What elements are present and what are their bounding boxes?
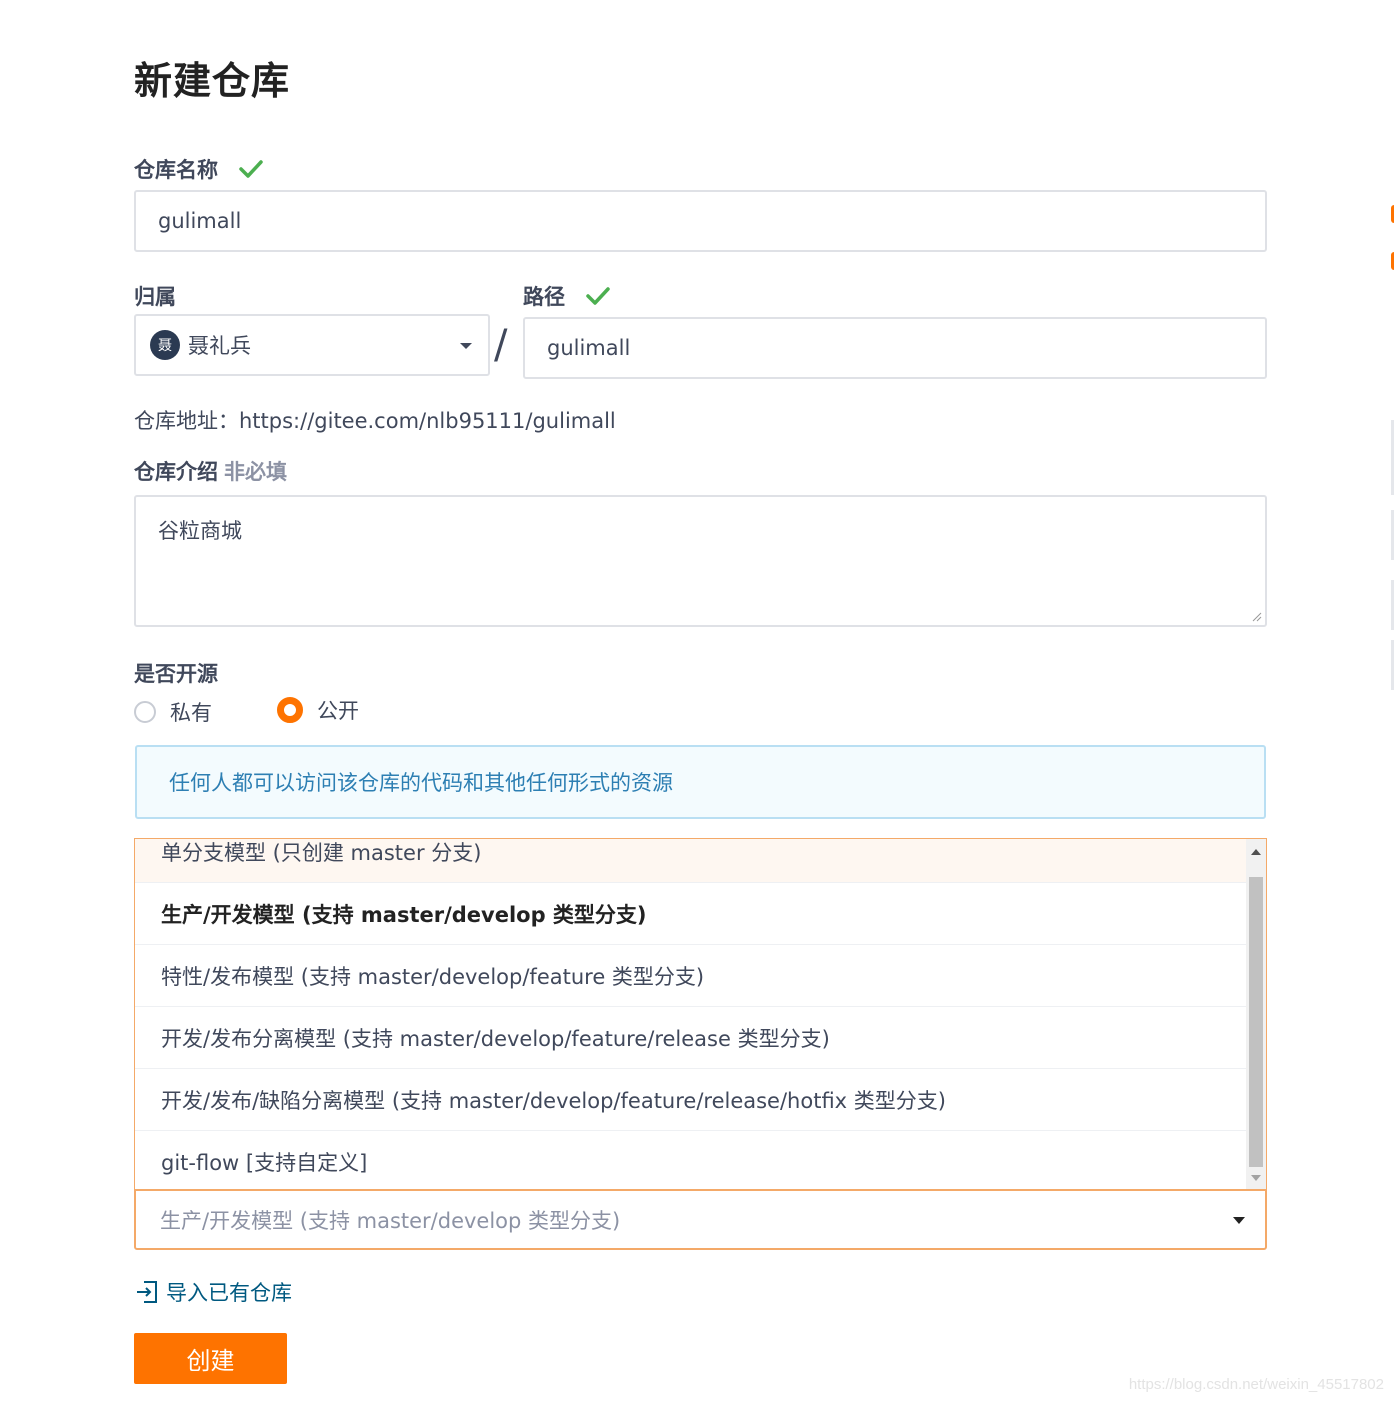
path-label: 路径	[523, 281, 611, 311]
check-icon	[239, 160, 263, 178]
scrollbar[interactable]	[1246, 839, 1266, 1190]
repo-url: 仓库地址：https://gitee.com/nlb95111/gulimall	[134, 409, 616, 433]
import-icon	[137, 1281, 157, 1303]
radio-private[interactable]: 私有	[134, 697, 212, 727]
owner-label: 归属	[134, 285, 176, 309]
branch-model-dropdown-menu[interactable]: 单分支模型 (只创建 master 分支) 生产/开发模型 (支持 master…	[134, 838, 1267, 1190]
radio-private-label: 私有	[170, 701, 212, 725]
import-repo-link[interactable]: 导入已有仓库	[134, 1277, 292, 1307]
dropdown-option[interactable]: git-flow [支持自定义]	[135, 1131, 1247, 1190]
visibility-info-text: 任何人都可以访问该仓库的代码和其他任何形式的资源	[169, 771, 673, 795]
scroll-up-arrow-icon[interactable]	[1251, 849, 1261, 855]
check-icon	[586, 287, 610, 305]
dropdown-option[interactable]: 开发/发布/缺陷分离模型 (支持 master/develop/feature/…	[135, 1069, 1247, 1131]
path-separator: /	[494, 322, 508, 368]
radio-public-label: 公开	[317, 699, 359, 723]
dropdown-option[interactable]: 单分支模型 (只创建 master 分支)	[135, 839, 1247, 883]
watermark: https://blog.csdn.net/weixin_45517802	[1128, 1376, 1384, 1393]
owner-value: 聂礼兵	[188, 334, 251, 358]
dropdown-option[interactable]: 开发/发布分离模型 (支持 master/develop/feature/rel…	[135, 1007, 1247, 1069]
description-label-text: 仓库介绍	[134, 460, 218, 484]
branch-model-selected-value: 生产/开发模型 (支持 master/develop 类型分支)	[160, 1208, 621, 1233]
scroll-down-arrow-icon[interactable]	[1251, 1175, 1261, 1181]
avatar: 聂	[150, 330, 180, 360]
description-label: 仓库介绍 非必填	[134, 456, 287, 486]
path-input[interactable]: gulimall	[523, 317, 1267, 379]
import-repo-label: 导入已有仓库	[166, 1281, 292, 1305]
radio-circle-checked[interactable]	[277, 697, 303, 723]
caret-down-icon	[1233, 1217, 1245, 1224]
visibility-label: 是否开源	[134, 662, 218, 686]
owner-select[interactable]: 聂 聂礼兵	[134, 314, 490, 376]
dropdown-option[interactable]: 特性/发布模型 (支持 master/develop/feature 类型分支)	[135, 945, 1247, 1007]
description-textarea[interactable]: 谷粒商城	[134, 495, 1267, 627]
page-title: 新建仓库	[134, 59, 291, 103]
optional-tag: 非必填	[224, 460, 287, 484]
scrollbar-thumb[interactable]	[1249, 877, 1263, 1167]
chevron-down-icon	[460, 343, 472, 349]
branch-model-select[interactable]: 生产/开发模型 (支持 master/develop 类型分支)	[134, 1189, 1267, 1250]
visibility-info-box: 任何人都可以访问该仓库的代码和其他任何形式的资源	[135, 745, 1266, 819]
radio-circle[interactable]	[134, 701, 156, 723]
description-value: 谷粒商城	[158, 519, 242, 543]
resize-handle-icon[interactable]	[1252, 612, 1262, 622]
dropdown-option[interactable]: 生产/开发模型 (支持 master/develop 类型分支)	[135, 883, 1247, 945]
path-label-text: 路径	[523, 285, 565, 309]
repo-name-label-text: 仓库名称	[134, 158, 218, 182]
repo-name-input[interactable]: gulimall	[134, 190, 1267, 252]
create-button[interactable]: 创建	[134, 1333, 287, 1384]
repo-name-label: 仓库名称	[134, 154, 264, 184]
radio-public[interactable]: 公开	[277, 695, 359, 725]
